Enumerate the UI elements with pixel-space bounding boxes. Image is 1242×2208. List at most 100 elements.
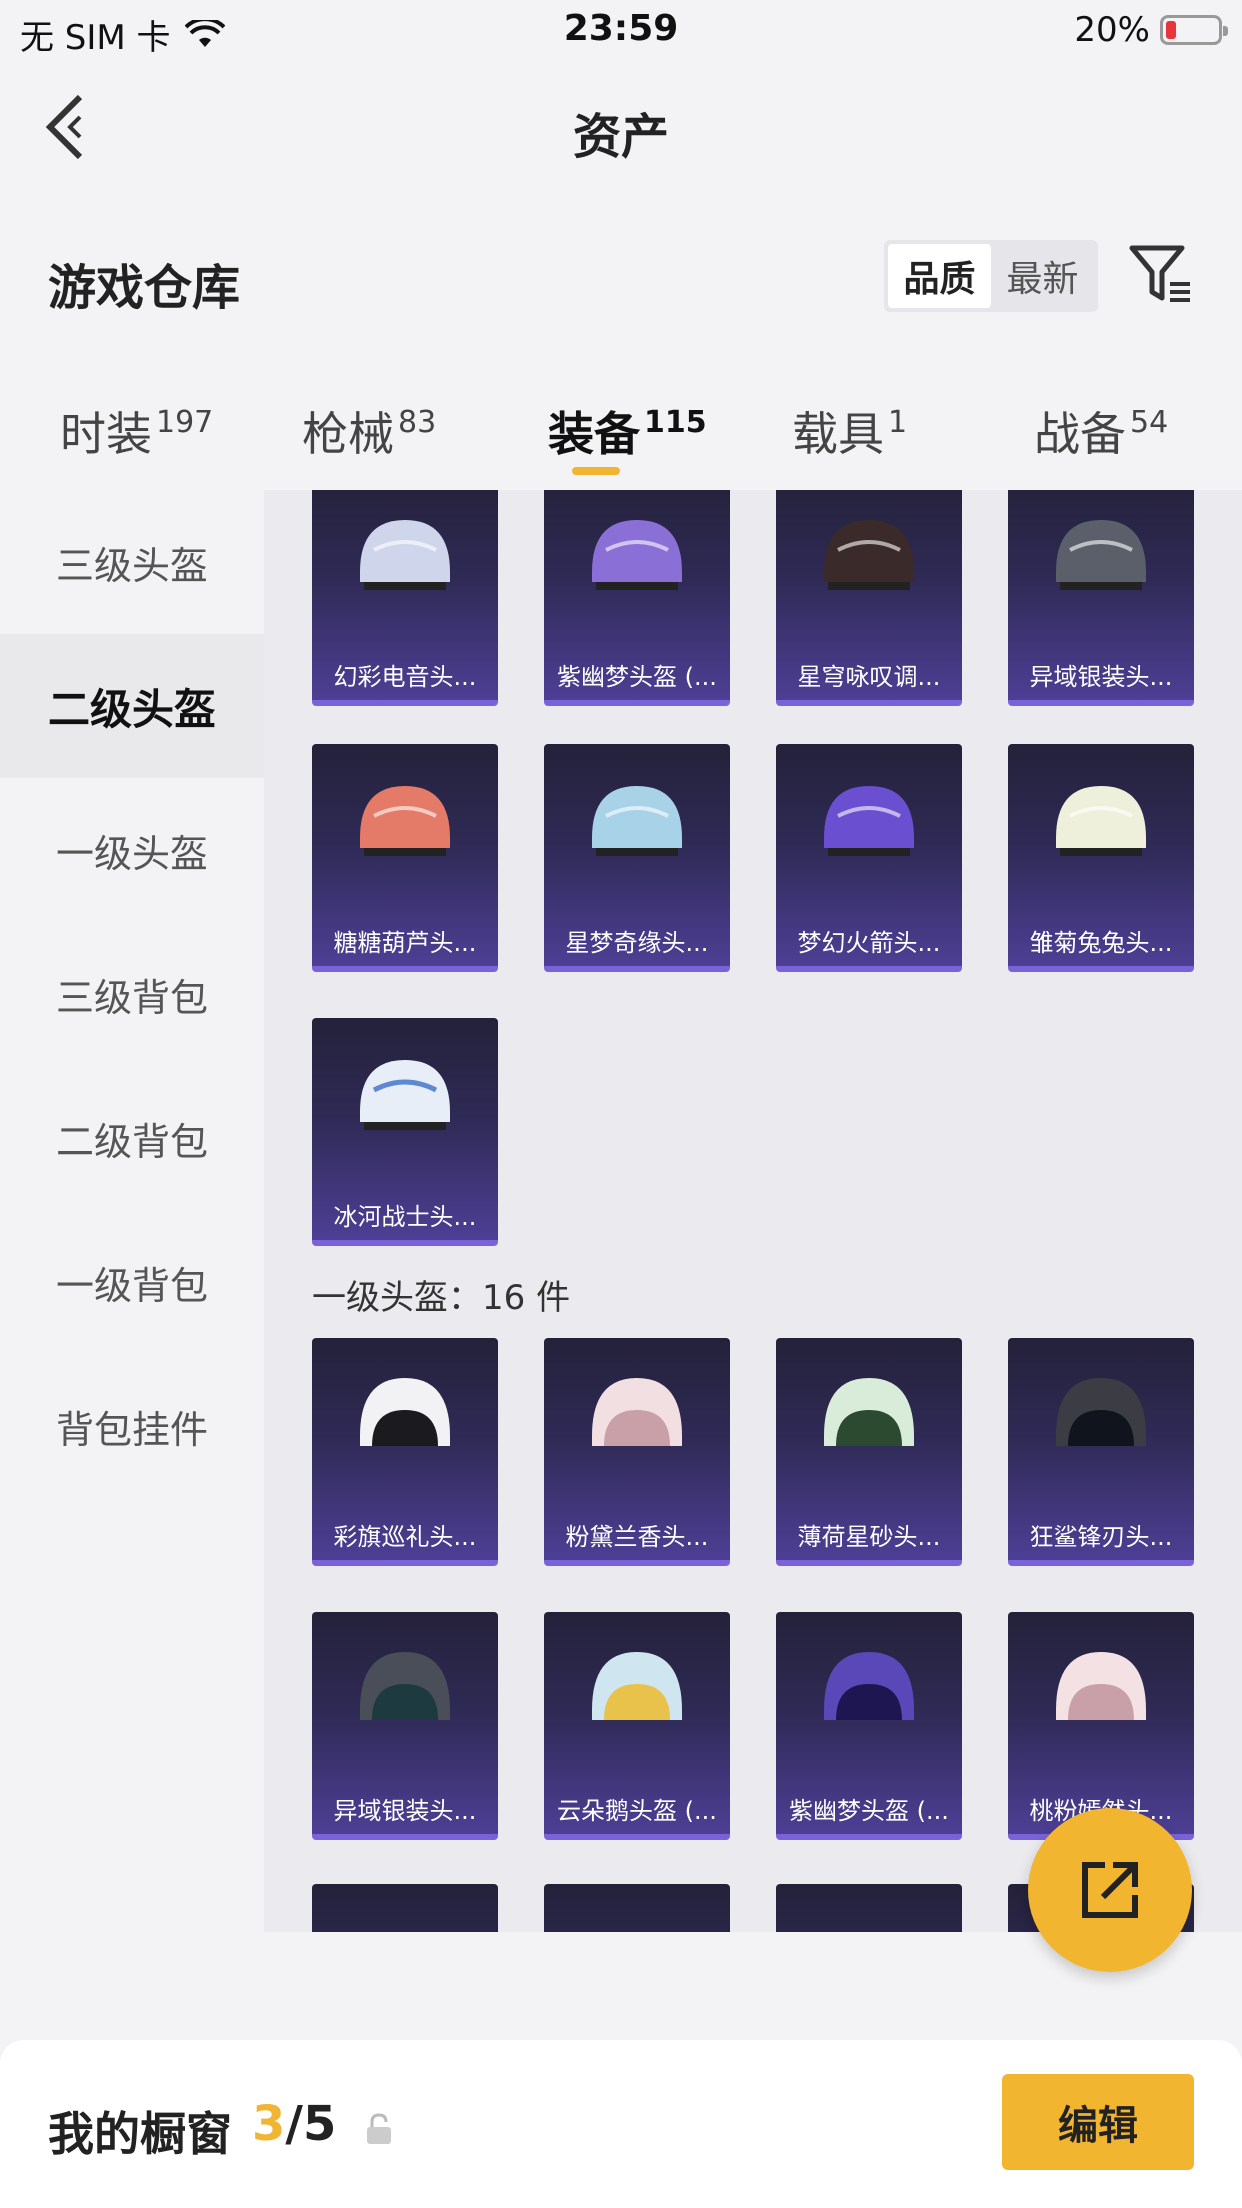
tab-label: 时装 bbox=[60, 407, 152, 461]
tab-count: 83 bbox=[398, 405, 437, 440]
share-icon bbox=[1082, 1862, 1138, 1918]
tab-count: 1 bbox=[888, 405, 908, 440]
item-name: 彩旗巡礼头... bbox=[333, 1523, 477, 1551]
battery-icon bbox=[1160, 15, 1228, 45]
item-name: 星梦奇缘头... bbox=[565, 929, 709, 957]
item-card[interactable] bbox=[776, 1884, 962, 1932]
item-card[interactable]: 薄荷星砂头... bbox=[776, 1338, 962, 1566]
sidebar-item-backpack-charm[interactable]: 背包挂件 bbox=[0, 1354, 264, 1498]
showcase-bar: 我的橱窗 3/5 编辑 bbox=[0, 2040, 1242, 2208]
item-card[interactable]: 云朵鹅头盔 (... bbox=[544, 1612, 730, 1840]
helmet-icon bbox=[592, 520, 682, 590]
sidebar-item-level1-helmet[interactable]: 一级头盔 bbox=[0, 778, 264, 922]
item-card[interactable]: 雏菊兔兔头... bbox=[1008, 744, 1194, 972]
tab-label: 战备 bbox=[1034, 407, 1126, 461]
item-card[interactable]: 彩旗巡礼头... bbox=[312, 1338, 498, 1566]
item-grid: 幻彩电音头... 紫幽梦头盔 (... 星穹咏叹调... 异域银装头... 糖糖… bbox=[264, 490, 1242, 1932]
item-card[interactable]: 星穹咏叹调... bbox=[776, 490, 962, 706]
helmet-icon bbox=[592, 1378, 682, 1446]
sidebar-item-level1-backpack[interactable]: 一级背包 bbox=[0, 1210, 264, 1354]
helmet-icon bbox=[360, 1378, 450, 1446]
share-button[interactable] bbox=[1028, 1808, 1192, 1972]
tab-label: 载具 bbox=[792, 407, 884, 461]
sidebar-item-level2-backpack[interactable]: 二级背包 bbox=[0, 1066, 264, 1210]
item-card[interactable]: 紫幽梦头盔 (... bbox=[776, 1612, 962, 1840]
item-card[interactable]: 粉黛兰香头... bbox=[544, 1338, 730, 1566]
helmet-icon bbox=[824, 520, 914, 590]
helmet-icon bbox=[824, 1378, 914, 1446]
item-name: 冰河战士头... bbox=[333, 1203, 477, 1231]
tab-label: 装备 bbox=[548, 407, 640, 461]
chevron-left-icon bbox=[45, 94, 83, 160]
showcase-current: 3 bbox=[252, 2096, 286, 2152]
item-card[interactable] bbox=[312, 1884, 498, 1932]
helmet-icon bbox=[360, 786, 450, 856]
helmet-icon bbox=[360, 520, 450, 590]
item-card[interactable]: 异域银装头... bbox=[1008, 490, 1194, 706]
sidebar-item-level3-backpack[interactable]: 三级背包 bbox=[0, 922, 264, 1066]
status-bar: 无 SIM 卡 23:59 20% bbox=[0, 0, 1242, 62]
item-card[interactable]: 桃粉嫣然头... bbox=[1008, 1612, 1194, 1840]
warehouse-title: 游戏仓库 bbox=[48, 260, 241, 316]
item-name: 紫幽梦头盔 (... bbox=[557, 663, 717, 691]
item-name: 雏菊兔兔头... bbox=[1029, 929, 1173, 957]
helmet-icon bbox=[592, 786, 682, 856]
edit-button[interactable]: 编辑 bbox=[1002, 2074, 1194, 2170]
item-name: 星穹咏叹调... bbox=[797, 663, 941, 691]
helmet-icon bbox=[1056, 786, 1146, 856]
tab-count: 115 bbox=[644, 405, 707, 440]
sort-option-quality[interactable]: 品质 bbox=[888, 244, 991, 308]
sidebar: 三级头盔 二级头盔 一级头盔 三级背包 二级背包 一级背包 背包挂件 bbox=[0, 490, 264, 1930]
item-name: 异域银装头... bbox=[333, 1797, 477, 1825]
tab-count: 54 bbox=[1130, 405, 1169, 440]
filter-button[interactable] bbox=[1126, 240, 1194, 308]
status-time: 23:59 bbox=[563, 8, 679, 49]
battery-percent: 20% bbox=[1074, 10, 1150, 50]
tab-guns[interactable]: 枪械 83 bbox=[302, 398, 436, 464]
status-right: 20% bbox=[1074, 10, 1228, 50]
item-name: 紫幽梦头盔 (... bbox=[789, 1797, 949, 1825]
item-card[interactable]: 异域银装头... bbox=[312, 1612, 498, 1840]
item-name: 梦幻火箭头... bbox=[797, 929, 941, 957]
category-tabs: 时装 197 枪械 83 装备 115 载具 1 战备 54 bbox=[0, 380, 1242, 490]
tab-vehicles[interactable]: 载具 1 bbox=[792, 398, 907, 464]
item-name: 粉黛兰香头... bbox=[565, 1523, 709, 1551]
back-button[interactable] bbox=[40, 87, 100, 167]
helmet-icon bbox=[360, 1060, 450, 1130]
item-card[interactable]: 狂鲨锋刃头... bbox=[1008, 1338, 1194, 1566]
tab-label: 枪械 bbox=[302, 407, 394, 461]
item-name: 云朵鹅头盔 (... bbox=[557, 1797, 717, 1825]
helmet-icon bbox=[360, 1652, 450, 1720]
group-title-level1-helmet: 一级头盔：16 件 bbox=[312, 1278, 571, 1318]
item-card[interactable]: 幻彩电音头... bbox=[312, 490, 498, 706]
item-card[interactable] bbox=[544, 1884, 730, 1932]
helmet-icon bbox=[824, 786, 914, 856]
item-name: 糖糖葫芦头... bbox=[333, 929, 477, 957]
page-title: 资产 bbox=[572, 109, 669, 165]
helmet-icon bbox=[1056, 1652, 1146, 1720]
item-card[interactable]: 紫幽梦头盔 (... bbox=[544, 490, 730, 706]
lock-icon bbox=[367, 2113, 391, 2144]
item-card[interactable]: 糖糖葫芦头... bbox=[312, 744, 498, 972]
tab-count: 197 bbox=[156, 405, 214, 440]
item-name: 幻彩电音头... bbox=[333, 663, 477, 691]
tab-gear[interactable]: 战备 54 bbox=[1034, 398, 1168, 464]
item-name: 薄荷星砂头... bbox=[797, 1523, 941, 1551]
item-card[interactable]: 冰河战士头... bbox=[312, 1018, 498, 1246]
item-card[interactable]: 星梦奇缘头... bbox=[544, 744, 730, 972]
helmet-icon bbox=[592, 1652, 682, 1720]
showcase-label: 我的橱窗 bbox=[48, 2107, 232, 2161]
active-tab-indicator bbox=[572, 467, 620, 475]
showcase-total: /5 bbox=[285, 2096, 337, 2152]
tab-fashion[interactable]: 时装 197 bbox=[60, 398, 213, 464]
tab-equipment[interactable]: 装备 115 bbox=[548, 398, 707, 464]
sort-option-latest[interactable]: 最新 bbox=[991, 244, 1094, 308]
sort-toggle: 品质 最新 bbox=[884, 240, 1098, 312]
sidebar-item-level3-helmet[interactable]: 三级头盔 bbox=[0, 490, 264, 634]
sidebar-item-level2-helmet[interactable]: 二级头盔 bbox=[0, 634, 264, 778]
item-card[interactable]: 梦幻火箭头... bbox=[776, 744, 962, 972]
helmet-icon bbox=[824, 1652, 914, 1720]
item-name: 狂鲨锋刃头... bbox=[1029, 1523, 1173, 1551]
filter-icon bbox=[1129, 245, 1190, 302]
nav-bar: 资产 bbox=[0, 62, 1242, 192]
